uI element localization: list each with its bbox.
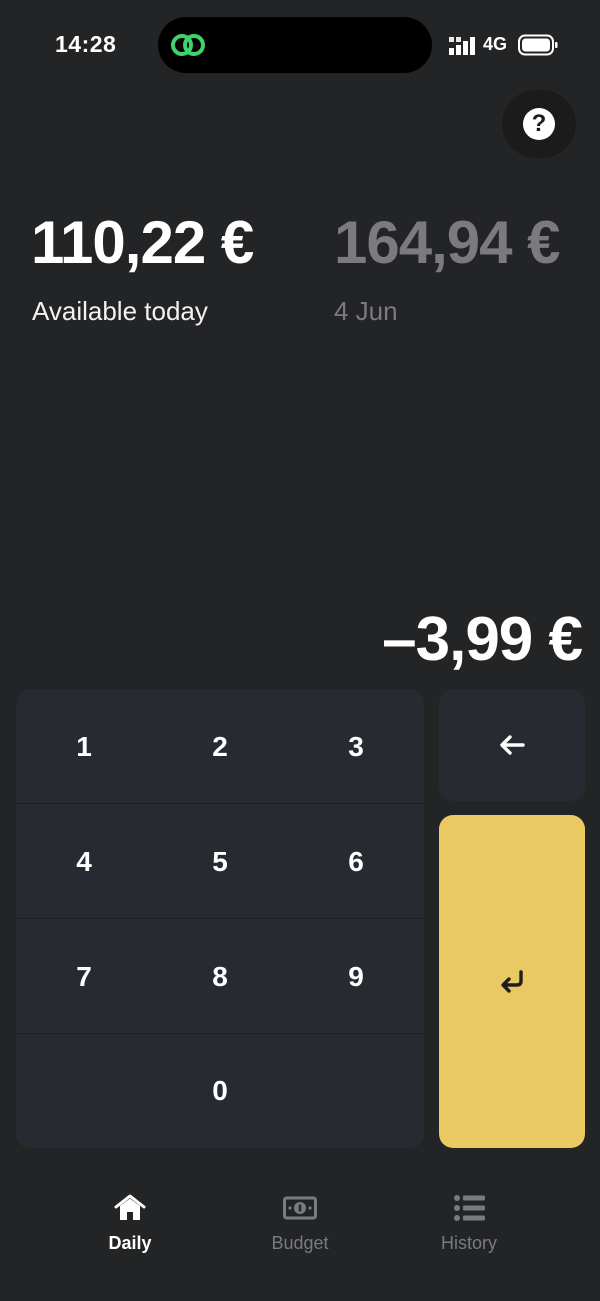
- backspace-button[interactable]: [439, 689, 585, 801]
- tab-budget-label: Budget: [271, 1233, 329, 1253]
- network-type: 4G: [483, 34, 508, 54]
- balance-next-caption: 4 Jun: [334, 296, 398, 326]
- key-0[interactable]: 0: [152, 1033, 288, 1148]
- key-7[interactable]: 7: [16, 919, 152, 1034]
- question-icon: ?: [523, 108, 555, 140]
- link-icon: [171, 34, 205, 56]
- tab-budget[interactable]: Budget: [230, 1192, 370, 1262]
- dynamic-island: [158, 17, 432, 73]
- key-2[interactable]: 2: [152, 689, 288, 804]
- key-4[interactable]: 4: [16, 804, 152, 919]
- home-icon: [114, 1194, 146, 1220]
- key-8[interactable]: 8: [152, 919, 288, 1034]
- tab-history[interactable]: History: [399, 1192, 539, 1262]
- keypad-row: 4 5 6: [16, 804, 424, 919]
- signal-icon: [449, 37, 475, 55]
- key-3[interactable]: 3: [288, 689, 424, 804]
- balance-today-amount: 110,22 €: [31, 209, 254, 276]
- banknote-icon: [283, 1196, 317, 1220]
- app-screen: 14:28 4G ? 110,22 € Available today 164,…: [0, 0, 600, 1301]
- entered-amount: –3,99 €: [382, 605, 583, 674]
- list-icon: [454, 1195, 485, 1221]
- tab-daily-label: Daily: [108, 1233, 152, 1253]
- tab-daily[interactable]: Daily: [60, 1192, 200, 1262]
- arrow-left-icon: [500, 735, 525, 755]
- balance-carousel[interactable]: 110,22 € Available today 164,94 € 4 Jun: [0, 200, 572, 340]
- status-time: 14:28: [55, 31, 117, 57]
- key-5[interactable]: 5: [152, 804, 288, 919]
- keypad-row: 1 2 3: [16, 689, 424, 804]
- balance-next-amount: 164,94 €: [334, 209, 561, 276]
- tab-history-label: History: [440, 1233, 497, 1253]
- keypad-row: 7 8 9: [16, 919, 424, 1034]
- enter-button[interactable]: [439, 815, 585, 1148]
- key-1[interactable]: 1: [16, 689, 152, 804]
- key-9[interactable]: 9: [288, 919, 424, 1034]
- help-button[interactable]: ?: [502, 90, 576, 158]
- key-6[interactable]: 6: [288, 804, 424, 919]
- keypad-row: 0: [16, 1033, 424, 1148]
- battery-icon: [518, 34, 558, 56]
- balance-today-caption: Available today: [32, 296, 208, 326]
- enter-return-icon: [501, 969, 523, 993]
- numeric-keypad: 1 2 3 4 5 6 7 8 9 0: [16, 689, 424, 1148]
